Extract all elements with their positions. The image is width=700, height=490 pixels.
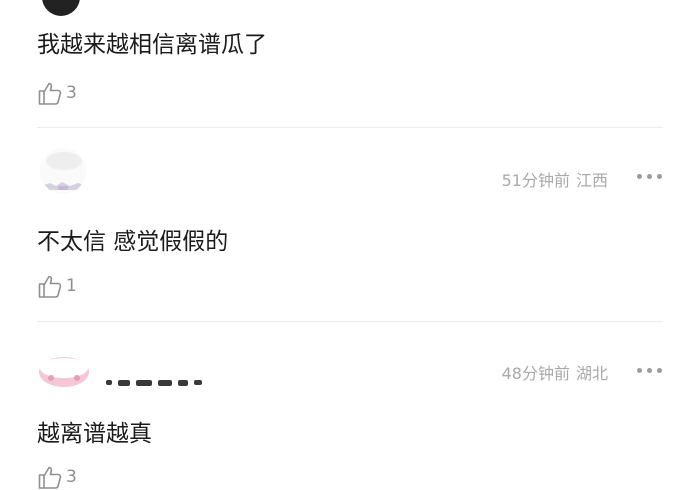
avatar[interactable] [37,350,91,396]
like-count: 3 [66,467,77,487]
comment-text: 不太信 感觉假假的 [37,229,229,255]
like-count: 3 [66,83,77,103]
divider [37,127,663,128]
comment-time: 51分钟前 [501,171,570,190]
nickname[interactable] [106,372,208,386]
thumbs-up-icon [38,82,62,105]
comment-meta: 51分钟前 江西 [502,167,608,191]
comment-location: 湖北 [575,364,608,383]
divider [37,321,663,322]
like-count: 1 [66,276,77,296]
thumbs-up-icon [38,466,62,489]
comment-text: 我越来越相信离谱瓜了 [37,32,267,58]
more-dots-icon[interactable] [637,174,663,180]
comment-text: 越离谱越真 [37,421,152,447]
comment-time: 48分钟前 [501,364,570,383]
avatar[interactable] [40,148,86,194]
thumbs-up-icon [38,275,62,298]
avatar[interactable] [42,0,80,16]
more-dots-icon[interactable] [637,368,663,374]
comment-location: 江西 [575,171,608,190]
comment-meta: 48分钟前 湖北 [502,360,608,384]
